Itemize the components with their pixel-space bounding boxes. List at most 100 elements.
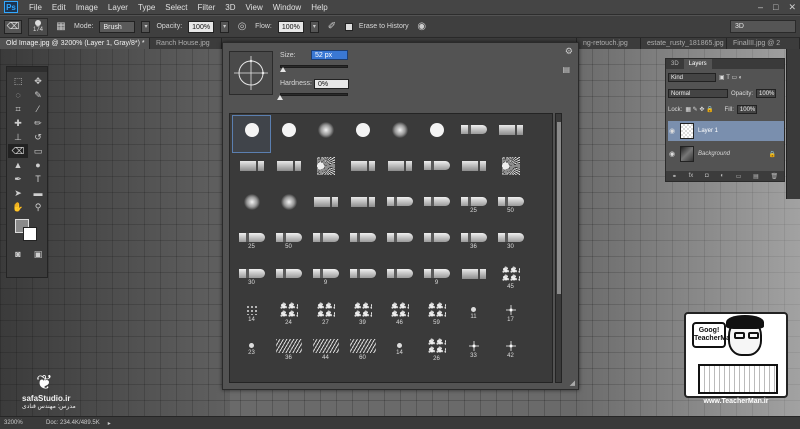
brush-preset[interactable] [232, 115, 271, 153]
brush-tool-icon[interactable]: ✏ [28, 116, 48, 130]
filter-kind-select[interactable]: Kind [668, 73, 716, 82]
opacity-input[interactable]: 100% [188, 20, 215, 33]
menu-filter[interactable]: Filter [193, 3, 221, 12]
brush-preset[interactable] [492, 116, 529, 152]
brush-preset[interactable] [270, 116, 307, 152]
layer-row-background[interactable]: ◉ Background 🔒 [668, 144, 784, 164]
brush-preset[interactable] [344, 152, 381, 188]
pressure-opacity-icon[interactable]: ◎ [235, 20, 249, 34]
brush-preset[interactable]: 45 [492, 260, 529, 296]
screen-mode-icon[interactable]: ▣ [28, 247, 48, 261]
marquee-tool-icon[interactable]: ⬚ [8, 74, 28, 88]
menu-layer[interactable]: Layer [103, 3, 133, 12]
mode-dropdown-icon[interactable]: ▾ [141, 20, 151, 33]
lock-icons[interactable]: ▦ ✎ ✥ 🔒 [685, 106, 713, 113]
brush-preset[interactable] [344, 260, 381, 296]
flow-input[interactable]: 100% [277, 20, 304, 33]
brush-preset[interactable] [381, 152, 418, 188]
history-brush-tool-icon[interactable]: ↺ [28, 130, 48, 144]
zoom-level[interactable]: 3200% [4, 420, 38, 426]
type-tool-icon[interactable]: T [28, 172, 48, 186]
layer-opacity-input[interactable]: 100% [756, 89, 777, 98]
brush-preset[interactable]: 30 [233, 260, 270, 296]
fx-icon[interactable]: fx [689, 173, 694, 179]
flow-dropdown-icon[interactable]: ▾ [309, 20, 319, 33]
stamp-tool-icon[interactable]: ⊥ [8, 130, 28, 144]
brush-preset[interactable] [492, 152, 529, 188]
brush-preset[interactable]: 50 [492, 188, 529, 224]
minimize-button[interactable]: – [758, 2, 763, 13]
brush-preset[interactable] [233, 188, 270, 224]
hand-tool-icon[interactable]: ✋ [8, 200, 28, 214]
brush-preset[interactable]: 25 [455, 188, 492, 224]
brush-preset[interactable]: 42 [492, 332, 529, 368]
move-tool-icon[interactable]: ✥ [28, 74, 48, 88]
quick-mask-icon[interactable]: ◙ [8, 247, 28, 261]
brush-preset[interactable]: 59 [418, 296, 455, 332]
lasso-tool-icon[interactable]: ◌ [8, 88, 28, 102]
crop-tool-icon[interactable]: ⌗ [8, 102, 28, 116]
menu-view[interactable]: View [241, 3, 268, 12]
brush-preset[interactable]: 25 [233, 224, 270, 260]
menu-type[interactable]: Type [133, 3, 160, 12]
size-input[interactable]: 52 px [311, 50, 348, 60]
brush-preset[interactable] [270, 152, 307, 188]
eraser-tool-icon[interactable]: ⌫ [8, 144, 28, 158]
opacity-dropdown-icon[interactable]: ▾ [220, 20, 230, 33]
healing-tool-icon[interactable]: ✚ [8, 116, 28, 130]
brush-preset[interactable] [418, 188, 455, 224]
tab-ranch-house[interactable]: Ranch House.jpg [150, 38, 222, 49]
layer-row-layer-1[interactable]: ◉ Layer 1 [668, 121, 784, 141]
pen-tool-icon[interactable]: ✒ [8, 172, 28, 186]
menu-3d[interactable]: 3D [220, 3, 240, 12]
brush-preset[interactable] [233, 152, 270, 188]
menu-select[interactable]: Select [160, 3, 192, 12]
brush-preset[interactable]: 23 [233, 332, 270, 368]
tab-3d[interactable]: 3D [666, 59, 684, 69]
trash-icon[interactable]: 🗑 [770, 173, 778, 180]
link-icon[interactable]: ⚭ [672, 173, 677, 180]
brush-preset[interactable] [307, 224, 344, 260]
pressure-size-icon[interactable]: ◉ [415, 20, 429, 34]
close-button[interactable]: ✕ [788, 2, 796, 13]
filter-icons[interactable]: ▣ T ▭ ◐ [719, 74, 742, 81]
menu-image[interactable]: Image [71, 3, 103, 12]
tab-final[interactable]: FinalIII.jpg @ 2 [727, 38, 800, 49]
mask-icon[interactable]: ◘ [705, 173, 709, 179]
quick-select-tool-icon[interactable]: ✎ [28, 88, 48, 102]
menu-edit[interactable]: Edit [47, 3, 71, 12]
brush-preset[interactable] [418, 116, 455, 152]
group-icon[interactable]: ▭ [736, 173, 742, 180]
dodge-tool-icon[interactable]: ● [28, 158, 48, 172]
gear-icon[interactable]: ⚙ [565, 46, 573, 57]
brush-tip-preview[interactable] [229, 51, 273, 95]
mode-select[interactable]: Brush [99, 20, 136, 33]
resize-grip-icon[interactable]: ◢ [570, 379, 575, 387]
hardness-input[interactable]: 0% [314, 79, 349, 89]
brush-preset-picker[interactable]: 174 [28, 17, 48, 36]
brush-preset[interactable] [270, 260, 307, 296]
scrollbar-thumb[interactable] [557, 122, 561, 294]
brush-preset[interactable]: 60 [344, 332, 381, 368]
airbrush-icon[interactable]: ✐ [325, 20, 339, 34]
presets-scrollbar[interactable] [555, 113, 562, 383]
brush-preset[interactable] [270, 188, 307, 224]
brush-preset[interactable] [344, 188, 381, 224]
tab-old-image[interactable]: Old Image.jpg @ 3200% (Layer 1, Gray/8*)… [0, 38, 150, 49]
fill-input[interactable]: 100% [736, 105, 757, 114]
hardness-slider-track[interactable] [280, 93, 348, 96]
brush-preset[interactable]: 26 [418, 332, 455, 368]
brush-preset[interactable] [455, 116, 492, 152]
size-slider-knob[interactable] [280, 67, 287, 72]
brush-preset[interactable]: 9 [307, 260, 344, 296]
new-layer-icon[interactable]: ▤ [753, 173, 759, 180]
erase-to-history-checkbox[interactable] [344, 22, 353, 31]
size-slider-track[interactable] [280, 65, 348, 68]
path-select-tool-icon[interactable]: ➤ [8, 186, 28, 200]
brush-preset[interactable] [307, 116, 344, 152]
brush-preset[interactable]: 50 [270, 224, 307, 260]
brush-preset[interactable] [381, 116, 418, 152]
eye-icon[interactable]: ◉ [668, 127, 676, 135]
brush-preset[interactable] [455, 260, 492, 296]
brush-preset[interactable] [418, 152, 455, 188]
